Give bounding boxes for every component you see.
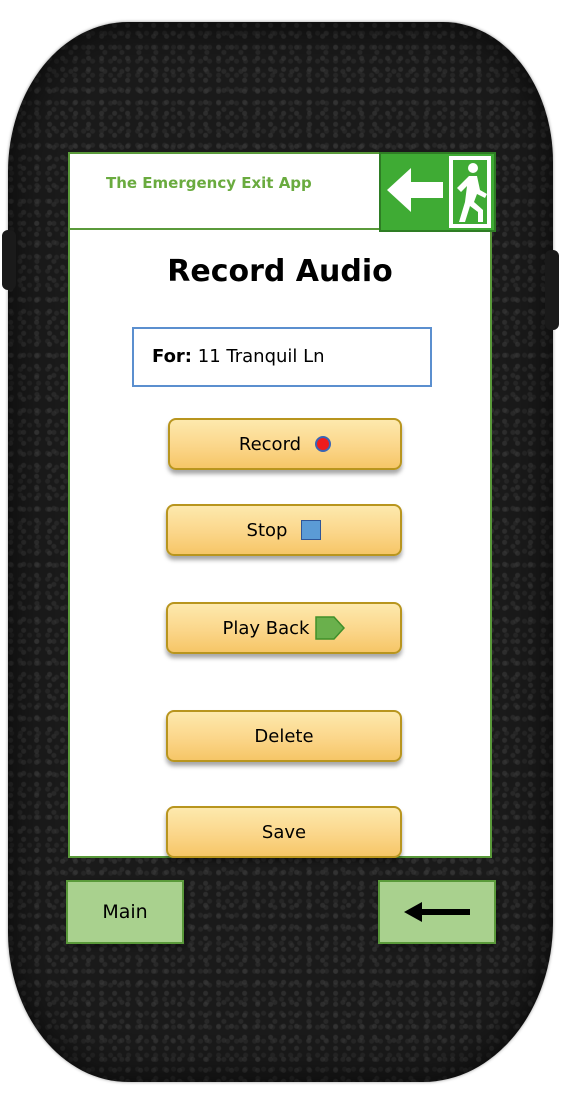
phone-screen: The Emergency Exit App Record Audio For:… bbox=[68, 152, 496, 858]
play-back-button[interactable]: Play Back bbox=[166, 602, 402, 654]
main-nav-button[interactable]: Main bbox=[66, 880, 184, 944]
record-button[interactable]: Record bbox=[168, 418, 402, 470]
back-arrow-icon bbox=[404, 902, 470, 922]
play-back-button-label: Play Back bbox=[222, 617, 310, 639]
record-icon bbox=[315, 436, 332, 452]
play-icon bbox=[315, 616, 346, 640]
back-button[interactable] bbox=[378, 880, 496, 944]
save-button[interactable]: Save bbox=[166, 806, 402, 858]
save-button-label: Save bbox=[261, 821, 307, 843]
address-label: For: bbox=[152, 346, 193, 367]
address-value: 11 Tranquil Ln bbox=[197, 346, 325, 367]
delete-button-label: Delete bbox=[254, 725, 314, 747]
delete-button[interactable]: Delete bbox=[166, 710, 402, 762]
stop-button-label: Stop bbox=[246, 519, 288, 541]
address-box: For: 11 Tranquil Ln bbox=[132, 327, 432, 387]
phone-side-button bbox=[2, 230, 16, 290]
stop-button[interactable]: Stop bbox=[166, 504, 402, 556]
app-header: The Emergency Exit App bbox=[70, 154, 380, 230]
record-button-label: Record bbox=[238, 433, 302, 455]
emergency-exit-icon bbox=[379, 152, 496, 232]
app-title: The Emergency Exit App bbox=[106, 174, 312, 192]
phone-side-button bbox=[545, 250, 559, 330]
main-nav-label: Main bbox=[102, 901, 148, 923]
page-title: Record Audio bbox=[167, 254, 393, 289]
stop-icon bbox=[301, 520, 322, 540]
